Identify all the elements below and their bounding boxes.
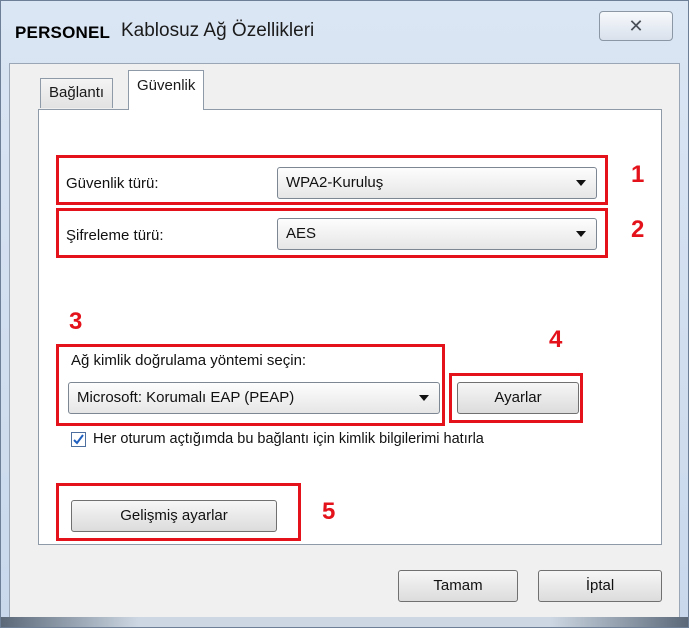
annotation-box-2 xyxy=(56,208,608,258)
close-button[interactable]: ✕ xyxy=(599,11,673,41)
brand-label: PERSONEL xyxy=(15,23,111,42)
tab-baglanti[interactable]: Bağlantı xyxy=(40,78,114,108)
annotation-box-3 xyxy=(56,344,445,426)
window-title: Kablosuz Ağ Özellikleri xyxy=(121,20,315,41)
close-icon: ✕ xyxy=(628,15,644,37)
ok-button[interactable]: Tamam xyxy=(398,570,518,602)
checkmark-icon xyxy=(73,434,84,445)
properties-window: PERSONEL Kablosuz Ağ Özellikleri ✕ Bağla… xyxy=(0,0,689,628)
annotation-number-4: 4 xyxy=(549,326,563,353)
tab-guvenlik[interactable]: Güvenlik xyxy=(128,70,205,110)
window-bottom-frame xyxy=(1,617,688,627)
annotation-box-5 xyxy=(56,483,301,541)
remember-credentials-label: Her oturum açtığımda bu bağlantı için ki… xyxy=(93,431,484,447)
cancel-button[interactable]: İptal xyxy=(538,570,662,602)
annotation-number-1: 1 xyxy=(631,161,645,188)
annotation-number-3: 3 xyxy=(69,308,83,335)
title-bar[interactable]: PERSONEL Kablosuz Ağ Özellikleri ✕ xyxy=(1,1,688,63)
remember-credentials-checkbox[interactable] xyxy=(71,432,86,447)
annotation-box-4 xyxy=(449,373,583,423)
annotation-number-2: 2 xyxy=(631,216,645,243)
annotation-number-5: 5 xyxy=(322,498,336,525)
annotation-box-1 xyxy=(56,155,608,205)
